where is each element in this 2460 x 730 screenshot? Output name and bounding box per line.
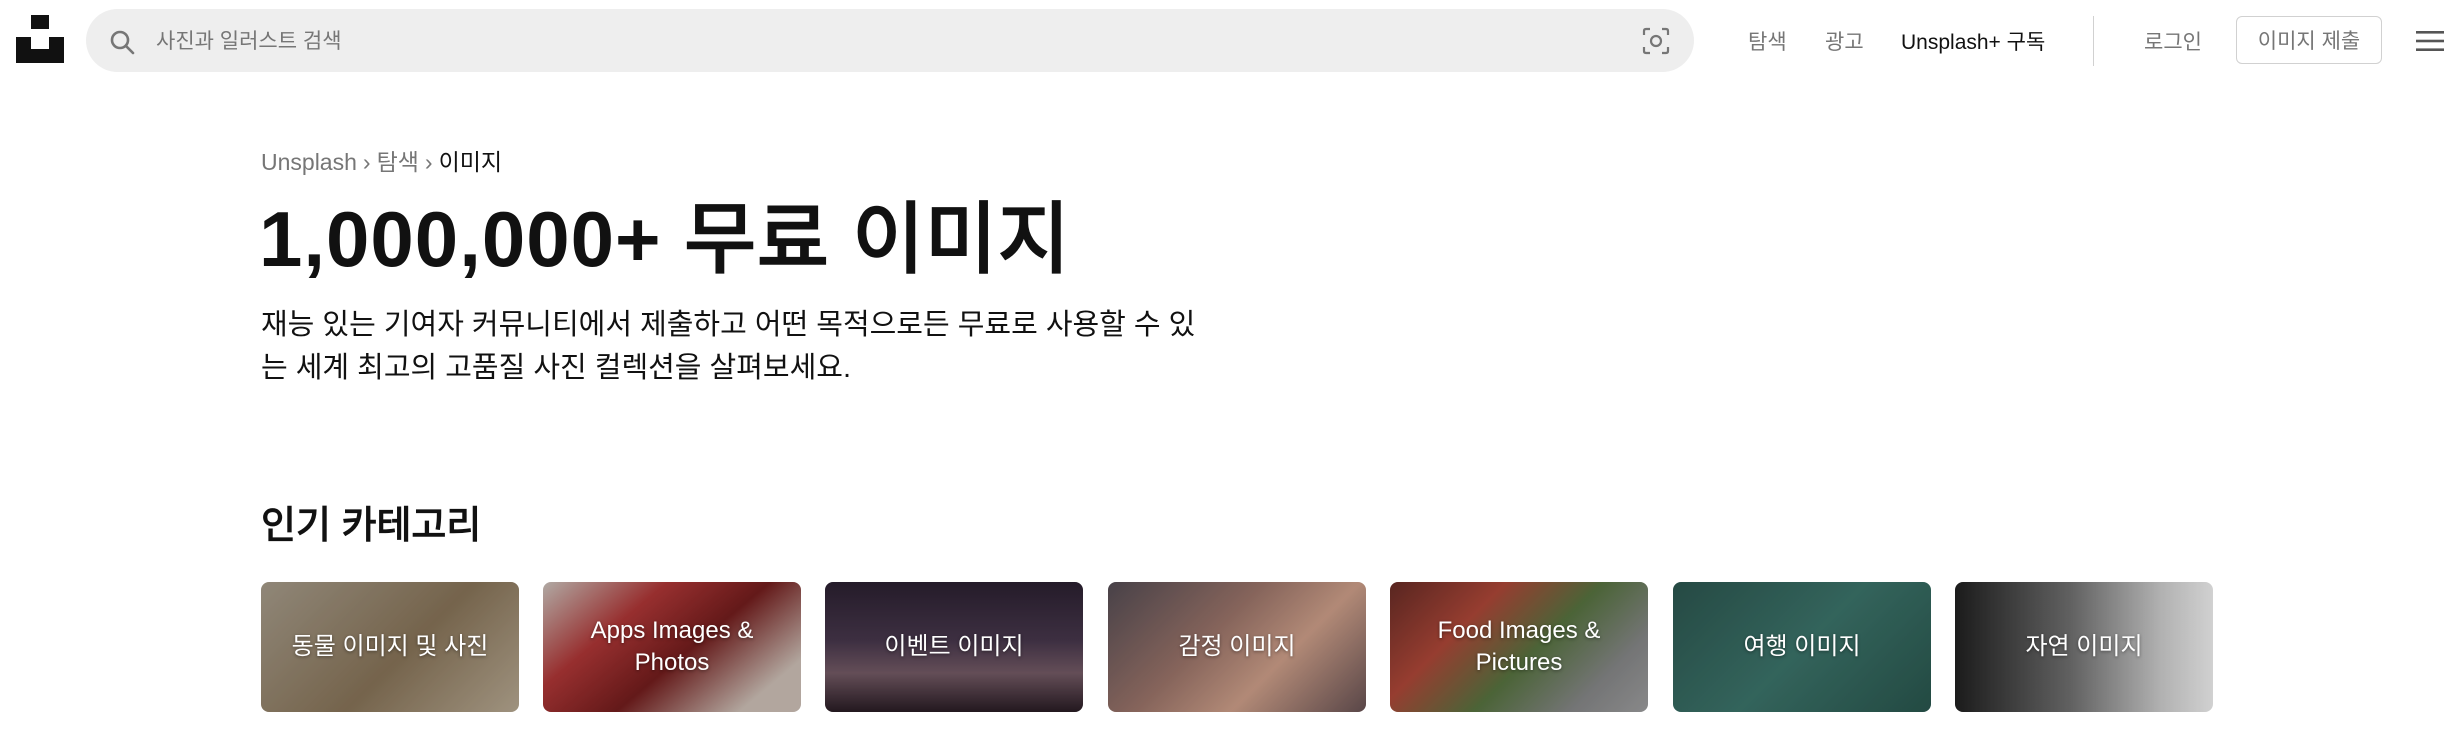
- hamburger-menu-icon[interactable]: [2414, 28, 2446, 54]
- page-subtitle: 재능 있는 기여자 커뮤니티에서 제출하고 어떤 목적으로든 무료로 사용할 수…: [261, 309, 1196, 384]
- breadcrumb: Unsplash › 탐색 › 이미지: [261, 143, 502, 177]
- unsplash-logo-icon[interactable]: [16, 15, 64, 63]
- search-bar[interactable]: [86, 9, 1694, 74]
- category-card-list: 동물 이미지 및 사진 Apps Images & Photos 이벤트 이미지…: [261, 582, 2460, 712]
- category-card-animals[interactable]: 동물 이미지 및 사진: [261, 582, 519, 712]
- visual-search-icon[interactable]: [1641, 26, 1671, 56]
- breadcrumb-separator: ›: [424, 149, 433, 175]
- category-card-label: 동물 이미지 및 사진: [291, 633, 489, 660]
- category-card-apps[interactable]: Apps Images & Photos: [543, 582, 801, 712]
- category-card-events[interactable]: 이벤트 이미지: [825, 582, 1083, 712]
- login-link[interactable]: 로그인: [2144, 26, 2202, 56]
- category-card-label: 여행 이미지: [1743, 633, 1861, 660]
- header-divider: [2093, 16, 2094, 66]
- breadcrumb-home-link[interactable]: Unsplash: [261, 149, 357, 175]
- nav-explore-link[interactable]: 탐색: [1748, 26, 1787, 56]
- category-card-label: 자연 이미지: [2025, 633, 2143, 660]
- category-card-nature[interactable]: 자연 이미지: [1955, 582, 2213, 712]
- category-card-travel[interactable]: 여행 이미지: [1673, 582, 1931, 712]
- page-title: 1,000,000+ 무료 이미지: [259, 195, 1071, 283]
- nav-plus-link[interactable]: Unsplash+ 구독: [1901, 26, 2045, 56]
- top-header: 탐색 광고 Unsplash+ 구독 로그인 이미지 제출: [0, 0, 2460, 82]
- breadcrumb-current: 이미지: [438, 149, 503, 175]
- submit-image-button[interactable]: 이미지 제출: [2236, 16, 2382, 64]
- category-card-food[interactable]: Food Images & Pictures: [1390, 582, 1648, 712]
- breadcrumb-separator: ›: [362, 149, 371, 175]
- search-input[interactable]: [154, 9, 1558, 74]
- category-card-label: 감정 이미지: [1178, 633, 1296, 660]
- breadcrumb-explore-link[interactable]: 탐색: [377, 149, 419, 175]
- category-card-label: 이벤트 이미지: [884, 633, 1024, 660]
- popular-categories-heading: 인기 카테고리: [261, 505, 482, 547]
- nav-ads-link[interactable]: 광고: [1825, 26, 1864, 56]
- category-card-label: Apps Images & Photos: [590, 617, 754, 676]
- category-card-emotions[interactable]: 감정 이미지: [1108, 582, 1366, 712]
- category-card-label: Food Images & Pictures: [1437, 617, 1601, 676]
- search-icon[interactable]: [109, 29, 135, 55]
